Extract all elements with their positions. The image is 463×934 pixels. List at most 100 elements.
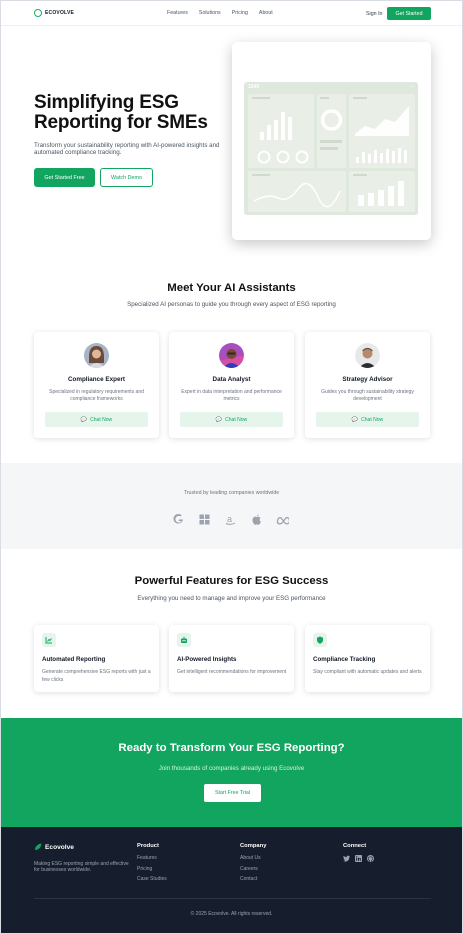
chat-now-label: Chat Now xyxy=(225,416,248,423)
leaf-logo-icon xyxy=(34,9,42,17)
avatar xyxy=(355,343,380,368)
shield-icon xyxy=(313,633,327,647)
logo[interactable]: ECOVOLVE xyxy=(34,9,74,17)
features-title: Powerful Features for ESG Success xyxy=(134,575,329,587)
sign-in-link[interactable]: Sign In xyxy=(366,11,383,17)
top-nav: ECOVOLVE Features Solutions Pricing Abou… xyxy=(1,1,462,26)
brand-logos: a xyxy=(172,513,289,526)
get-started-free-button[interactable]: Get Started Free xyxy=(34,168,95,187)
svg-text:a: a xyxy=(227,514,232,524)
bar-chart-graphic-2 xyxy=(353,174,404,206)
assistants-subtitle: Specialized AI personas to guide you thr… xyxy=(127,301,336,308)
github-icon[interactable] xyxy=(367,855,374,862)
footer-tagline: Making ESG reporting simple and effectiv… xyxy=(34,861,129,874)
chat-now-label: Chat Now xyxy=(361,416,384,423)
assistant-name: Data Analyst xyxy=(212,376,251,383)
footer-link-careers[interactable]: Careers xyxy=(240,866,266,873)
dashboard-panel-line xyxy=(248,171,346,212)
dashboard-tag: ▪ ▪ ▪ xyxy=(409,85,414,88)
amazon-logo-icon: a xyxy=(224,513,237,526)
cta-subtitle: Join thousands of companies already usin… xyxy=(158,765,305,772)
avatar xyxy=(219,343,244,368)
chat-now-label: Chat Now xyxy=(90,416,113,423)
logo-text: ECOVOLVE xyxy=(45,10,75,16)
footer-column-company: Company About Us Careers Contact xyxy=(240,843,266,887)
avatar xyxy=(84,343,109,368)
footer-link-features[interactable]: Features xyxy=(137,855,167,862)
dashboard-preview-card: 1540 ▪ ▪ ▪ xyxy=(232,42,431,240)
dashboard-panel-bars xyxy=(248,94,314,168)
nav-link-solutions[interactable]: Solutions xyxy=(199,10,221,16)
footer-link-about-us[interactable]: About Us xyxy=(240,855,266,862)
leaf-icon xyxy=(35,843,42,850)
footer-link-contact[interactable]: Contact xyxy=(240,876,266,883)
feature-card-ai-insights: AI-Powered Insights Get intelligent reco… xyxy=(169,625,294,692)
feature-title: Automated Reporting xyxy=(42,656,106,663)
chat-now-button[interactable]: 💬 Chat Now xyxy=(316,412,419,427)
features-subtitle: Everything you need to manage and improv… xyxy=(137,595,326,602)
footer-column-title: Company xyxy=(240,843,267,849)
footer-divider xyxy=(34,898,431,899)
footer-link-pricing[interactable]: Pricing xyxy=(137,866,167,873)
apple-logo-icon xyxy=(250,513,263,526)
chart-icon xyxy=(42,633,56,647)
linkedin-icon[interactable] xyxy=(355,855,362,862)
assistant-description: Guides you through sustainability strate… xyxy=(321,389,414,403)
assistant-name: Compliance Expert xyxy=(67,376,126,383)
line-chart-graphic xyxy=(252,174,341,208)
social-links xyxy=(343,855,374,862)
start-free-trial-button[interactable]: Start Free Trial xyxy=(204,784,261,802)
nav-link-about[interactable]: About xyxy=(259,10,273,16)
feature-description: Generate comprehensive ESG reports with … xyxy=(42,669,151,683)
assistant-description: Specialized in regulatory requirements a… xyxy=(49,389,144,403)
assistant-card-compliance: Compliance Expert Specialized in regulat… xyxy=(34,332,159,438)
assistant-name: Strategy Advisor xyxy=(342,376,393,383)
meta-logo-icon xyxy=(276,513,289,526)
donut-graphic xyxy=(320,97,343,150)
assistant-card-data-analyst: Data Analyst Expert in data interpretati… xyxy=(169,332,294,438)
feature-title: AI-Powered Insights xyxy=(177,656,237,663)
feature-description: Stay compliant with automatic updates an… xyxy=(313,669,422,675)
nav-link-features[interactable]: Features xyxy=(167,10,188,16)
nav-link-pricing[interactable]: Pricing xyxy=(232,10,248,16)
cta-section: Ready to Transform Your ESG Reporting? J… xyxy=(1,718,462,827)
get-started-button[interactable]: Get Started xyxy=(387,7,431,20)
chat-icon: 💬 xyxy=(80,416,88,423)
windows-logo-icon xyxy=(198,513,211,526)
assistant-description: Expert in data interpretation and perfor… xyxy=(181,389,282,403)
footer-column-title: Product xyxy=(137,843,159,849)
dashboard-preview: 1540 ▪ ▪ ▪ xyxy=(244,82,418,215)
hero-title: Simplifying ESG Reporting for SMEs xyxy=(34,92,208,133)
dashboard-panel-bars-2 xyxy=(349,171,415,212)
dashboard-panel-area xyxy=(349,94,415,168)
assistants-title: Meet Your AI Assistants xyxy=(167,282,296,294)
footer: Ecovolve Making ESG reporting simple and… xyxy=(1,827,462,933)
dashboard-panel-donut xyxy=(317,94,346,168)
page: ECOVOLVE Features Solutions Pricing Abou… xyxy=(0,0,463,934)
feature-title: Compliance Tracking xyxy=(313,656,376,663)
hero-subtitle: Transform your sustainability reporting … xyxy=(34,142,220,156)
nav-links: Features Solutions Pricing About xyxy=(167,10,273,16)
chat-icon: 💬 xyxy=(351,416,359,423)
footer-logo[interactable]: Ecovolve xyxy=(34,843,74,851)
cta-title: Ready to Transform Your ESG Reporting? xyxy=(118,742,345,754)
footer-link-case-studies[interactable]: Case Studies xyxy=(137,876,167,883)
robot-icon xyxy=(177,633,191,647)
footer-column-title: Connect xyxy=(343,843,367,849)
chat-now-button[interactable]: 💬 Chat Now xyxy=(180,412,283,427)
feature-card-compliance-tracking: Compliance Tracking Stay compliant with … xyxy=(305,625,430,692)
copyright: © 2025 Ecovolve. All rights reserved. xyxy=(190,911,273,917)
footer-column-product: Product Features Pricing Case Studies xyxy=(137,843,167,887)
chat-now-button[interactable]: 💬 Chat Now xyxy=(45,412,148,427)
feature-card-automated-reporting: Automated Reporting Generate comprehensi… xyxy=(34,625,159,692)
chat-icon: 💬 xyxy=(215,416,223,423)
area-chart-graphic xyxy=(353,97,409,163)
trusted-section: Trusted by leading companies worldwide a xyxy=(1,463,462,549)
twitter-icon[interactable] xyxy=(343,855,350,862)
watch-demo-button[interactable]: Watch Demo xyxy=(100,168,153,187)
feature-description: Get intelligent recommendations for impr… xyxy=(177,669,287,675)
google-logo-icon xyxy=(172,513,185,526)
trusted-title: Trusted by leading companies worldwide xyxy=(183,490,280,496)
footer-logo-text: Ecovolve xyxy=(45,843,74,851)
assistant-card-strategy: Strategy Advisor Guides you through sust… xyxy=(305,332,430,438)
